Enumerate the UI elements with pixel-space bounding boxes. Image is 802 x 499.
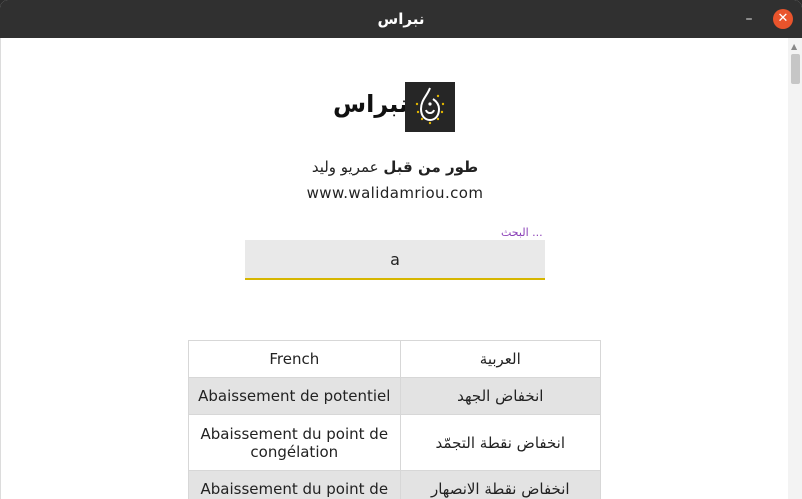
app-window: نبراس – ✕ نبراس طور من قبل عمريو وليد ww… bbox=[0, 0, 802, 499]
title-bar[interactable]: نبراس – ✕ bbox=[0, 0, 802, 38]
search-input[interactable] bbox=[245, 240, 545, 280]
credit-line: طور من قبل عمريو وليد bbox=[1, 158, 789, 176]
scroll-up-icon[interactable]: ▲ bbox=[791, 42, 797, 51]
credit-prefix: طور من قبل bbox=[383, 158, 479, 176]
header-arabic: العربية bbox=[399, 340, 602, 378]
table-row[interactable]: Abaissement du point de انخفاض نقطة الان… bbox=[188, 470, 602, 499]
search-label: البحث ... bbox=[501, 226, 543, 239]
header-french: French bbox=[188, 340, 401, 378]
cell-arabic: انخفاض الجهد bbox=[399, 377, 602, 415]
window-title: نبراس bbox=[377, 10, 425, 28]
cell-arabic: انخفاض نقطة الانصهار bbox=[399, 470, 602, 499]
cell-french: Abaissement du point de bbox=[188, 470, 401, 499]
table-row[interactable]: Abaissement de potentiel انخفاض الجهد bbox=[188, 377, 602, 415]
results-table: French العربية Abaissement de potentiel … bbox=[188, 340, 602, 499]
scrollbar-thumb[interactable] bbox=[791, 54, 800, 84]
credit-author: عمريو وليد bbox=[311, 158, 379, 176]
close-button[interactable]: ✕ bbox=[773, 9, 793, 29]
table-header-row: French العربية bbox=[188, 340, 602, 378]
cell-arabic: انخفاض نقطة التجمّد bbox=[399, 414, 602, 471]
website-link[interactable]: www.walidamriou.com bbox=[1, 184, 789, 202]
lamp-drop-icon bbox=[405, 82, 455, 132]
logo-text: نبراس bbox=[333, 90, 409, 118]
main-content: نبراس طور من قبل عمريو وليد www.walidamr… bbox=[0, 38, 802, 499]
app-logo: نبراس bbox=[331, 82, 471, 132]
cell-french: Abaissement du point de congélation bbox=[188, 414, 401, 471]
vertical-scrollbar[interactable]: ▲ bbox=[788, 38, 802, 499]
table-row[interactable]: Abaissement du point de congélation انخف… bbox=[188, 414, 602, 471]
cell-french: Abaissement de potentiel bbox=[188, 377, 401, 415]
minimize-button[interactable]: – bbox=[739, 9, 759, 29]
